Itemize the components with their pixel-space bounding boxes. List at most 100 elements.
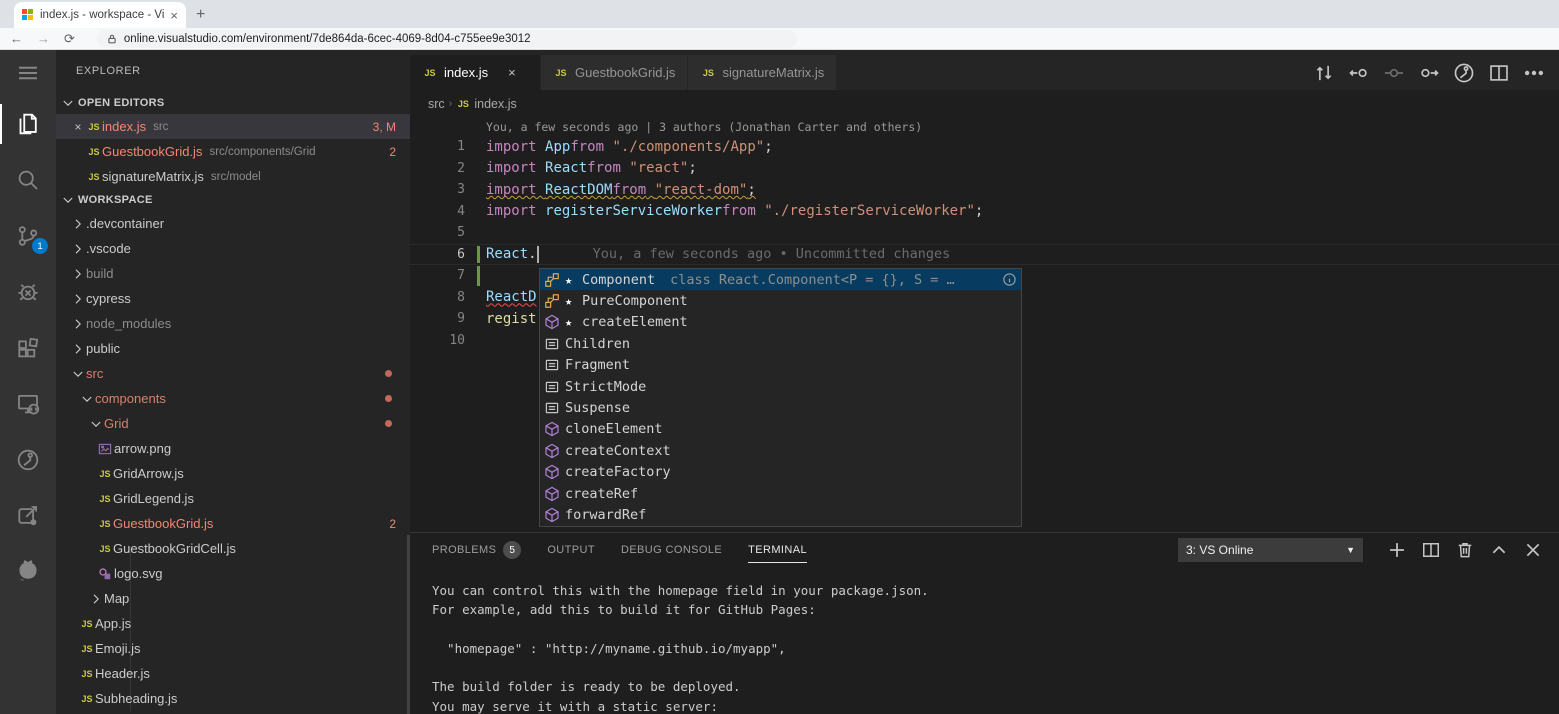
tree-file-row[interactable]: JSSubheading.js — [56, 686, 410, 711]
panel-tab-terminal[interactable]: TERMINAL — [748, 533, 807, 567]
suggest-item[interactable]: ★PureComponent — [540, 290, 1021, 311]
open-editor-item[interactable]: JSsignatureMatrix.jssrc/model — [56, 164, 410, 189]
js-file-icon: JS — [79, 694, 95, 704]
browser-tab-title: index.js - workspace - Visual Stud — [40, 9, 164, 21]
sidebar-scrollbar[interactable] — [407, 535, 410, 714]
explorer-button[interactable] — [0, 96, 56, 152]
more-actions-icon[interactable] — [1523, 62, 1545, 84]
code-line[interactable]: 2import Reactfrom "react"; — [410, 158, 1559, 180]
new-tab-button[interactable]: + — [196, 6, 205, 24]
codelens[interactable]: You, a few seconds ago | 3 authors (Jona… — [410, 118, 1559, 136]
suggest-item[interactable]: cloneElement — [540, 419, 1021, 440]
suggest-item[interactable]: createContext — [540, 440, 1021, 461]
tree-file-row[interactable]: JSHeader.js — [56, 661, 410, 686]
reload-icon[interactable]: ⟳ — [64, 32, 75, 45]
line-number: 5 — [410, 225, 465, 240]
split-editor-icon[interactable] — [1488, 62, 1510, 84]
suggest-item[interactable]: createRef — [540, 483, 1021, 504]
panel-tab-label: TERMINAL — [748, 544, 807, 556]
tree-folder-row[interactable]: public — [56, 336, 410, 361]
tree-folder-row[interactable]: components — [56, 386, 410, 411]
tree-item-label: GridArrow.js — [113, 466, 184, 481]
menu-button[interactable] — [0, 50, 56, 96]
editor-tab[interactable]: JSindex.js× — [410, 55, 540, 90]
code-line[interactable]: 3import ReactDOMfrom "react-dom"; — [410, 179, 1559, 201]
tree-file-row[interactable]: JSEmoji.js — [56, 636, 410, 661]
address-bar[interactable]: online.visualstudio.com/environment/7de8… — [97, 30, 797, 48]
terminal-output[interactable]: You can control this with the homepage f… — [410, 567, 1559, 714]
live-share-button[interactable] — [0, 432, 56, 488]
tree-folder-row[interactable]: Map — [56, 586, 410, 611]
code-line[interactable]: 1import Appfrom "./components/App"; — [410, 136, 1559, 158]
code-line[interactable]: 4import registerServiceWorkerfrom "./reg… — [410, 201, 1559, 223]
extensions-button[interactable] — [0, 320, 56, 376]
maximize-panel-icon[interactable] — [1489, 540, 1509, 560]
next-change-icon[interactable] — [1418, 62, 1440, 84]
remote-explorer-button[interactable] — [0, 376, 56, 432]
close-panel-icon[interactable] — [1523, 540, 1543, 560]
panel-tab-output[interactable]: OUTPUT — [547, 533, 595, 567]
close-tab-icon[interactable]: × — [508, 65, 516, 80]
suggest-item[interactable]: createFactory — [540, 462, 1021, 483]
tree-folder-row[interactable]: .devcontainer — [56, 211, 410, 236]
tree-file-row[interactable]: logo.svg — [56, 561, 410, 586]
open-editor-item[interactable]: ×JSindex.jssrc3, M — [56, 114, 410, 139]
current-change-icon[interactable] — [1383, 62, 1405, 84]
breadcrumb-folder[interactable]: src — [428, 97, 445, 111]
tree-file-row[interactable]: JSApp.js — [56, 611, 410, 636]
panel-tab-label: DEBUG CONSOLE — [621, 544, 722, 556]
breadcrumb-file[interactable]: index.js — [474, 97, 516, 111]
suggest-item[interactable]: ★Componentclass React.Component<P = {}, … — [540, 269, 1021, 290]
search-button[interactable] — [0, 152, 56, 208]
tree-file-row[interactable]: JSGuestbookGridCell.js — [56, 536, 410, 561]
tree-file-row[interactable]: JSGridArrow.js — [56, 461, 410, 486]
open-changes-icon[interactable] — [1313, 62, 1335, 84]
tree-folder-row[interactable]: build — [56, 261, 410, 286]
code-line[interactable]: 6React.You, a few seconds ago • Uncommit… — [410, 244, 1559, 266]
forward-icon[interactable]: → — [37, 32, 50, 45]
info-icon[interactable] — [1002, 272, 1017, 287]
tree-folder-row[interactable]: Grid — [56, 411, 410, 436]
debug-button[interactable] — [0, 264, 56, 320]
open-editors-label: OPEN EDITORS — [78, 97, 165, 109]
tree-file-row[interactable]: JSGridLegend.js — [56, 486, 410, 511]
split-terminal-icon[interactable] — [1421, 540, 1441, 560]
browser-tab[interactable]: index.js - workspace - Visual Stud × — [14, 2, 186, 28]
editor-body[interactable]: You, a few seconds ago | 3 authors (Jona… — [410, 118, 1559, 532]
tree-folder-row[interactable]: .vscode — [56, 236, 410, 261]
feedback-button[interactable] — [0, 488, 56, 544]
tab-close-icon[interactable]: × — [170, 9, 178, 22]
tree-item-label: .vscode — [86, 241, 131, 256]
back-icon[interactable]: ← — [10, 32, 23, 45]
suggest-item[interactable]: Suspense — [540, 397, 1021, 418]
kill-terminal-icon[interactable] — [1455, 540, 1475, 560]
suggest-item[interactable]: StrictMode — [540, 376, 1021, 397]
tree-folder-row[interactable]: cypress — [56, 286, 410, 311]
workspace-header[interactable]: WORKSPACE — [56, 189, 410, 211]
code-line[interactable]: 5 — [410, 222, 1559, 244]
suggest-item[interactable]: forwardRef — [540, 504, 1021, 525]
live-share-icon[interactable] — [1453, 62, 1475, 84]
close-editor-icon[interactable]: × — [70, 120, 86, 134]
previous-change-icon[interactable] — [1348, 62, 1370, 84]
terminal-selector[interactable]: 3: VS Online ▼ — [1178, 538, 1363, 562]
tree-file-row[interactable]: JSGuestbookGrid.js2 — [56, 511, 410, 536]
suggest-item[interactable]: Fragment — [540, 355, 1021, 376]
suggest-item[interactable]: Children — [540, 333, 1021, 354]
open-editor-item[interactable]: JSGuestbookGrid.jssrc/components/Grid2 — [56, 139, 410, 164]
editor-tab[interactable]: JSGuestbookGrid.js — [541, 55, 687, 90]
feedback-icon — [16, 504, 40, 528]
open-editors-header[interactable]: OPEN EDITORS — [56, 92, 410, 114]
tree-folder-row[interactable]: src — [56, 361, 410, 386]
panel-tab-problems[interactable]: PROBLEMS5 — [432, 533, 521, 567]
suggest-item[interactable]: ★createElement — [540, 312, 1021, 333]
tree-folder-row[interactable]: node_modules — [56, 311, 410, 336]
source-control-button[interactable]: 1 — [0, 208, 56, 264]
editor-tab[interactable]: JSsignatureMatrix.js — [688, 55, 836, 90]
chevron-down-icon — [70, 366, 86, 382]
new-terminal-icon[interactable] — [1387, 540, 1407, 560]
github-button[interactable] — [0, 544, 56, 600]
tree-file-row[interactable]: arrow.png — [56, 436, 410, 461]
panel-tab-debug-console[interactable]: DEBUG CONSOLE — [621, 533, 722, 567]
tree-item-label: Map — [104, 591, 129, 606]
